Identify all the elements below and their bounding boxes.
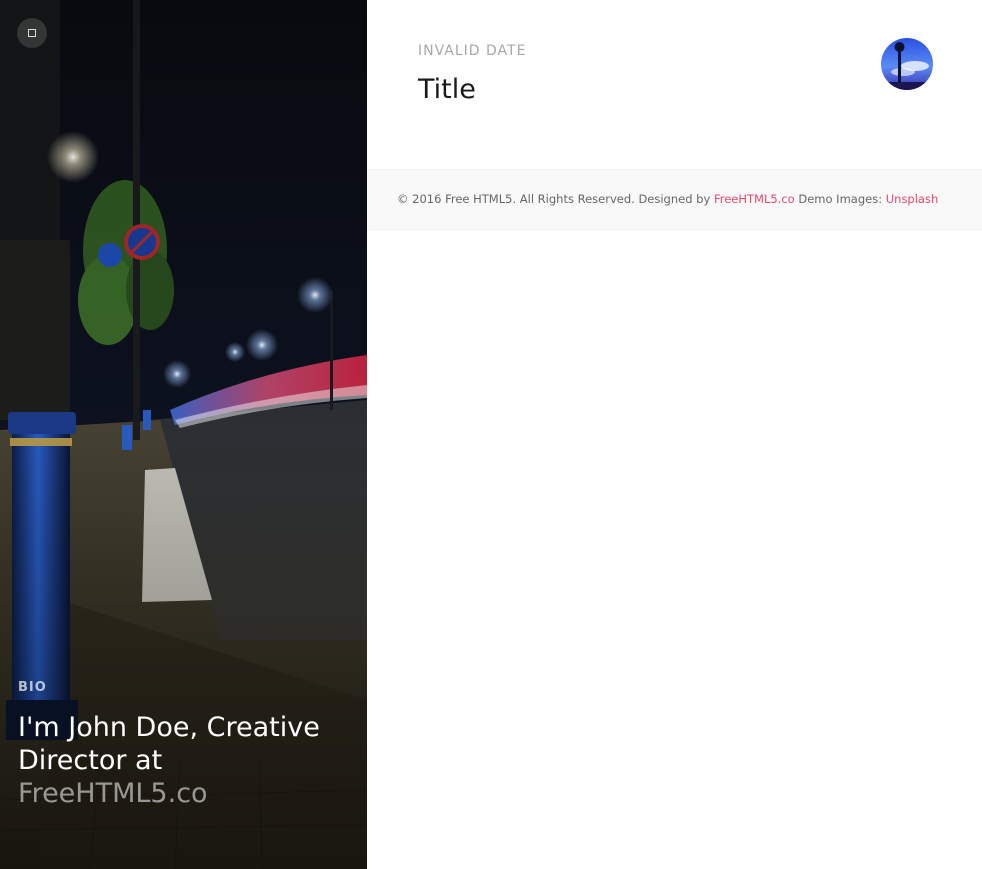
copyright-text: © 2016 Free HTML5. All Rights Reserved. …	[397, 192, 714, 206]
designer-link[interactable]: FreeHTML5.co	[714, 192, 795, 206]
square-menu-icon	[28, 29, 36, 37]
unsplash-link[interactable]: Unsplash	[886, 192, 939, 206]
demo-images-label: Demo Images:	[794, 192, 886, 206]
page: BIO I'm John Doe, Creative Director at F…	[0, 0, 982, 869]
bio-label: BIO	[18, 680, 47, 695]
main-content: INVALID DATE Title © 2016 Free HTML5. Al…	[367, 0, 982, 869]
bio-link[interactable]: FreeHTML5.co	[18, 778, 208, 809]
hero-panel: BIO I'm John Doe, Creative Director at F…	[0, 0, 367, 869]
post-thumbnail-image	[881, 38, 933, 90]
post-thumbnail[interactable]	[881, 38, 933, 90]
bio-text: I'm John Doe, Creative Director at FreeH…	[18, 711, 353, 810]
post-date: INVALID DATE	[418, 43, 527, 59]
bio-section: BIO I'm John Doe, Creative Director at F…	[18, 680, 353, 810]
footer-text: © 2016 Free HTML5. All Rights Reserved. …	[397, 192, 938, 206]
post-entry[interactable]: INVALID DATE Title	[367, 0, 982, 170]
menu-toggle-button[interactable]	[17, 18, 47, 48]
post-title[interactable]: Title	[418, 74, 476, 105]
bio-text-body: I'm John Doe, Creative Director at	[18, 712, 320, 776]
footer: © 2016 Free HTML5. All Rights Reserved. …	[367, 170, 982, 231]
